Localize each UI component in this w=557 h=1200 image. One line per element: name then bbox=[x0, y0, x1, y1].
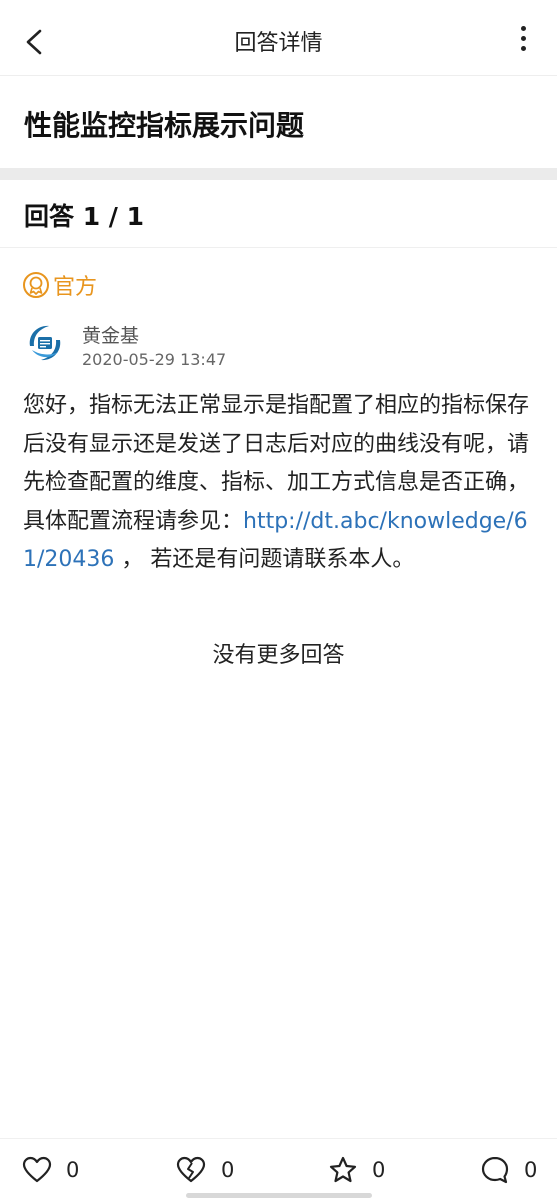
more-dot-icon bbox=[520, 26, 526, 31]
bottom-action-bar: 0 0 0 0 bbox=[0, 1138, 557, 1200]
more-options-button[interactable] bbox=[515, 26, 531, 56]
more-dot-icon bbox=[520, 36, 526, 41]
answer-text-end: ， 若还是有问题请联系本人。 bbox=[114, 547, 415, 572]
more-dot-icon bbox=[520, 46, 526, 51]
section-divider bbox=[0, 168, 557, 180]
home-indicator[interactable] bbox=[186, 1193, 372, 1198]
divider-line bbox=[0, 247, 557, 248]
broken-heart-icon bbox=[176, 1156, 206, 1183]
page-title: 回答详情 bbox=[234, 31, 323, 56]
dislike-count: 0 bbox=[221, 1158, 235, 1182]
answer-timestamp: 2020-05-29 13:47 bbox=[82, 350, 227, 369]
author-name[interactable]: 黄金基 bbox=[82, 321, 139, 348]
question-title: 性能监控指标展示问题 bbox=[24, 109, 305, 142]
no-more-answers: 没有更多回答 bbox=[212, 643, 345, 668]
avatar[interactable] bbox=[24, 322, 66, 364]
avatar-logo-icon bbox=[25, 323, 65, 363]
official-badge-icon bbox=[23, 272, 49, 298]
top-bar: 回答详情 bbox=[0, 0, 557, 76]
like-button[interactable]: 0 bbox=[22, 1153, 79, 1187]
comment-button[interactable]: 0 bbox=[480, 1153, 537, 1187]
heart-icon bbox=[22, 1156, 52, 1183]
favorite-button[interactable]: 0 bbox=[328, 1153, 385, 1187]
comment-count: 0 bbox=[524, 1158, 538, 1182]
answer-content: 您好，指标无法正常显示是指配置了相应的指标保存后没有显示还是发送了日志后对应的曲… bbox=[23, 387, 533, 580]
dislike-button[interactable]: 0 bbox=[175, 1153, 234, 1187]
comment-bubble-icon bbox=[481, 1156, 509, 1184]
answer-count: 回答 1 / 1 bbox=[24, 202, 145, 231]
like-count: 0 bbox=[66, 1158, 80, 1182]
favorite-count: 0 bbox=[372, 1158, 386, 1182]
official-badge: 官方 bbox=[22, 270, 97, 300]
official-badge-label: 官方 bbox=[53, 275, 98, 300]
star-icon bbox=[329, 1156, 357, 1183]
